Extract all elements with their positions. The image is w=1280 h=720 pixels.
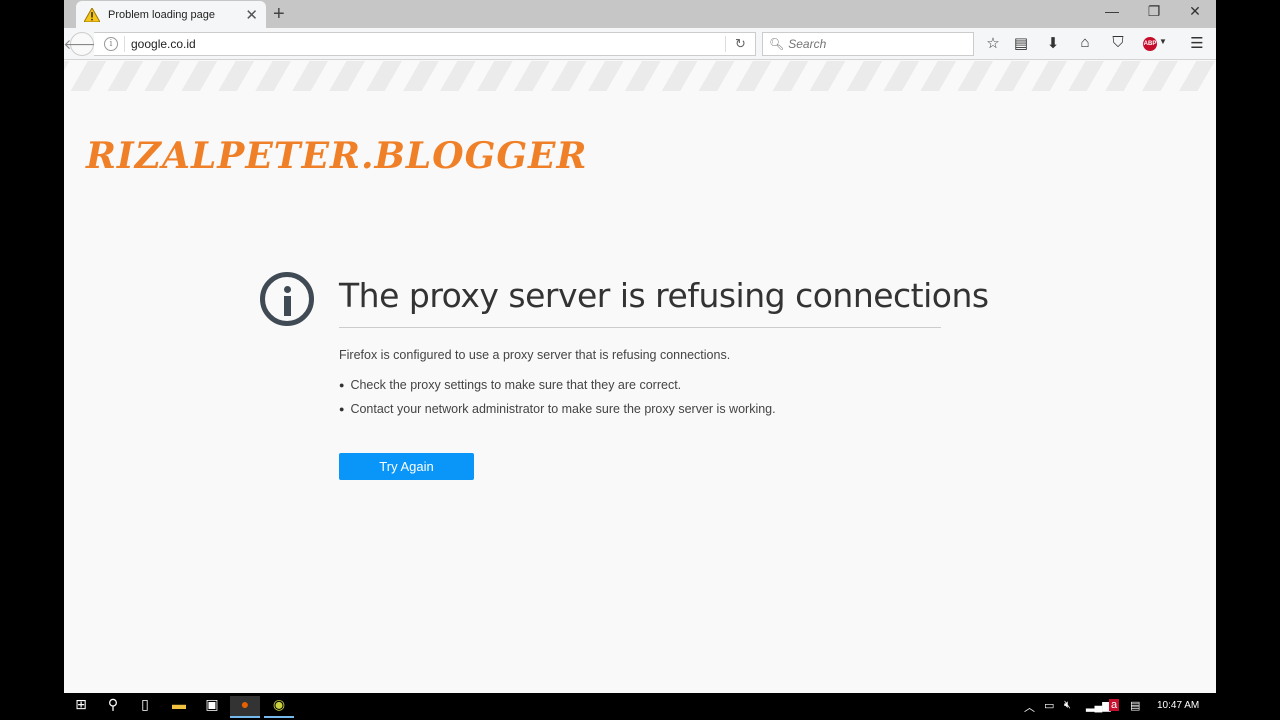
back-button[interactable]: 🡐 xyxy=(64,32,101,56)
navigation-toolbar: 🡐 i google.co.id ↻ 🔍︎ ☆ ▤ ⬇ ⌂ ⛉ ABP ▼ ☰ xyxy=(64,28,1216,60)
url-separator xyxy=(124,36,125,52)
tab-bar: Problem loading page ✕ + — ❐ ✕ xyxy=(64,0,1216,29)
warning-icon xyxy=(84,8,100,22)
suggestion-item: Check the proxy settings to make sure th… xyxy=(339,378,776,392)
tab-problem-loading[interactable]: Problem loading page ✕ xyxy=(76,1,266,29)
chevron-down-icon[interactable]: ▼ xyxy=(1159,37,1167,46)
start-icon[interactable]: ⊞ xyxy=(66,696,96,718)
error-stripe-banner xyxy=(64,61,1216,91)
try-again-button[interactable]: Try Again xyxy=(339,453,474,480)
search-input[interactable] xyxy=(788,37,969,51)
close-window-button[interactable]: ✕ xyxy=(1180,3,1210,20)
new-tab-button[interactable]: + xyxy=(273,3,285,26)
adblock-plus-icon[interactable]: ABP xyxy=(1143,37,1157,51)
reload-icon[interactable]: ↻ xyxy=(725,36,755,52)
search-icon: 🔍︎ xyxy=(769,37,785,51)
suggestion-item: Contact your network administrator to ma… xyxy=(339,402,775,416)
restore-button[interactable]: ❐ xyxy=(1139,3,1169,20)
search-bar[interactable]: 🔍︎ xyxy=(762,32,974,56)
minimize-button[interactable]: — xyxy=(1097,3,1127,19)
downloads-icon[interactable]: ⬇ xyxy=(1042,34,1064,54)
site-info-icon[interactable]: i xyxy=(104,37,118,51)
error-description: Firefox is configured to use a proxy ser… xyxy=(339,348,731,362)
pocket-icon[interactable]: ⛉ xyxy=(1107,34,1129,54)
error-suggestions: Check the proxy settings to make sure th… xyxy=(339,378,776,426)
bookmark-star-icon[interactable]: ☆ xyxy=(982,34,1004,54)
app-icon[interactable]: ◉ xyxy=(264,696,294,718)
show-hidden-icons[interactable]: ︿ xyxy=(1024,699,1035,715)
home-icon[interactable]: ⌂ xyxy=(1074,34,1096,54)
screen: Problem loading page ✕ + — ❐ ✕ 🡐 i googl… xyxy=(0,0,1280,720)
url-text[interactable]: google.co.id xyxy=(131,37,725,51)
clock[interactable]: 10:47 AM xyxy=(1157,700,1199,711)
store-icon[interactable]: ▣ xyxy=(197,696,227,718)
url-bar[interactable]: i google.co.id ↻ xyxy=(94,32,756,56)
watermark-text: RIZALPETER.BLOGGER xyxy=(86,135,588,177)
task-view-icon[interactable]: ▯ xyxy=(130,696,160,718)
close-tab-icon[interactable]: ✕ xyxy=(245,6,258,24)
menu-icon[interactable]: ☰ xyxy=(1186,34,1208,54)
firefox-icon[interactable]: ● xyxy=(230,696,260,718)
power-icon[interactable]: ▭ xyxy=(1044,699,1054,712)
file-explorer-icon[interactable]: ▬ xyxy=(164,696,194,718)
reading-list-icon[interactable]: ▤ xyxy=(1010,34,1032,54)
network-icon[interactable]: ▂▄▆ xyxy=(1086,699,1111,712)
tab-title: Problem loading page xyxy=(108,9,216,21)
volume-muted-icon[interactable]: 🔇︎ xyxy=(1064,699,1071,712)
antivirus-icon[interactable]: a xyxy=(1109,699,1120,711)
error-title: The proxy server is refusing connections xyxy=(339,276,989,328)
firefox-window: Problem loading page ✕ + — ❐ ✕ 🡐 i googl… xyxy=(64,0,1216,693)
action-center-icon[interactable]: ▤ xyxy=(1130,699,1140,712)
search-icon[interactable]: ⚲ xyxy=(98,696,128,718)
info-icon xyxy=(260,272,314,326)
taskbar: ⊞ ⚲ ▯ ▬ ▣ ● ◉ ︿ ▭ 🔇︎ ▂▄▆ a ▤ 10:47 AM xyxy=(64,693,1216,720)
